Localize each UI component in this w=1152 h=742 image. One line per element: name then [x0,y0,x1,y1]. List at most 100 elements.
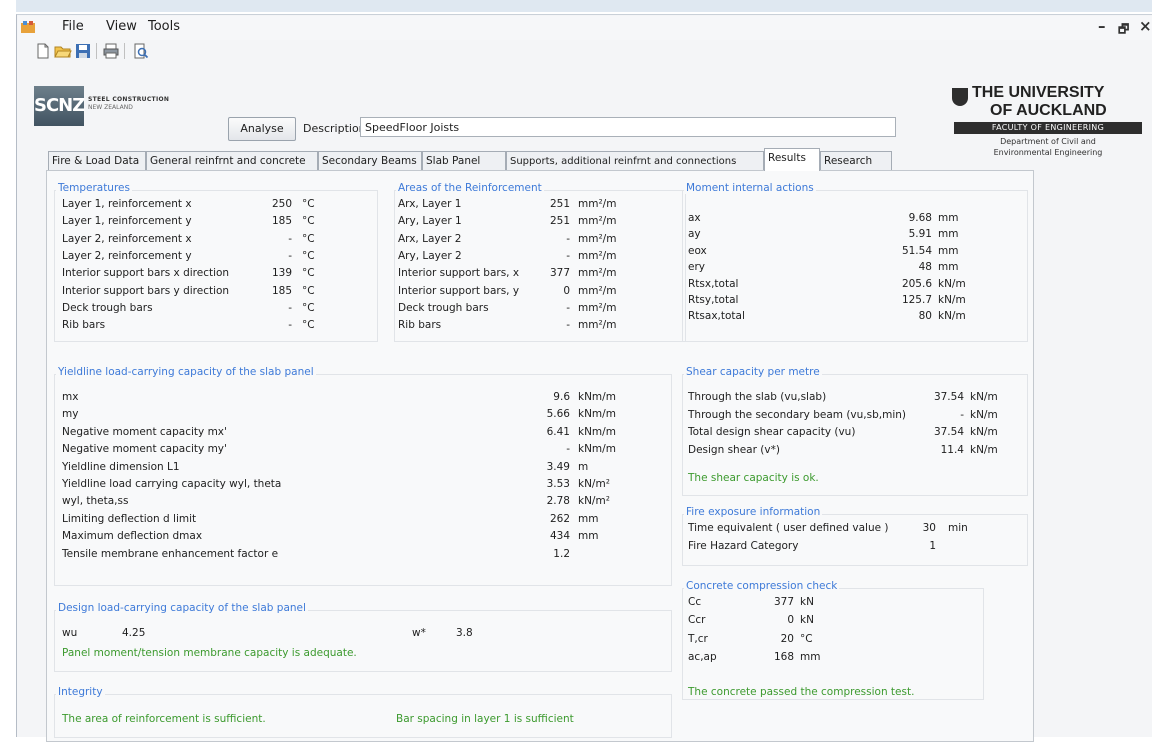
open-folder-icon[interactable] [54,42,72,60]
integrity-status-bar-spacing: Bar spacing in layer 1 is sufficient [396,713,574,725]
minimize-button[interactable]: – [1098,17,1106,35]
area-row-value: 0 [563,284,570,297]
menu-view[interactable]: View [106,19,137,34]
department-line-1: Department of Civil and [1000,137,1096,146]
area-row-label: Ary, Layer 2 [398,249,462,262]
shear-row-unit: kN/m [970,408,998,421]
moment-row-label: Rtsx,total [688,277,739,290]
area-row-label: Interior support bars, y [398,284,520,297]
area-row-unit: mm²/m [578,198,617,210]
shear-row-value: - [960,408,964,421]
shear-title: Shear capacity per metre [684,366,822,378]
moment-row-label: ax [688,212,701,224]
tab-general-reinforcement[interactable]: General reinfrnt and concrete [146,151,318,170]
moment-row-label: ay [688,228,701,241]
shear-row-label: Total design shear capacity (vu) [688,426,856,438]
moment-row-value: 51.54 [901,244,932,257]
area-row-value: - [566,301,570,314]
temperature-row-label: Rib bars [62,319,106,332]
tab-slab-panel[interactable]: Slab Panel [422,151,506,170]
yieldline-row-label: mx [62,391,79,403]
fire-exposure-title: Fire exposure information [684,506,823,518]
department-line-2: Environmental Engineering [993,148,1103,157]
shear-row-value: 11.4 [940,443,964,456]
menu-file[interactable]: File [62,19,84,34]
area-row-value: 251 [549,198,570,210]
shear-status: The shear capacity is ok. [688,472,819,484]
tab-secondary-beams[interactable]: Secondary Beams [318,151,422,170]
shear-row-unit: kN/m [970,426,998,438]
yieldline-row-label: my [62,408,79,421]
area-row-value: - [566,232,570,245]
temperature-row-unit: °C [302,319,315,332]
design-status: Panel moment/tension membrane capacity i… [62,647,357,659]
close-button[interactable]: × [1139,17,1152,35]
yieldline-row-unit: kN/m² [578,495,610,508]
temperature-row-label: Interior support bars y direction [62,284,230,297]
yieldline-row-label: Negative moment capacity mx' [62,425,227,438]
scnz-logo: SCNZ [34,86,85,126]
shear-row-label: Design shear (v*) [688,443,780,456]
area-row-label: Ary, Layer 1 [398,215,462,228]
moment-row-unit: kN/m [938,294,966,306]
wstar-label: w* [412,627,426,639]
temperature-row-value: - [288,249,292,262]
analyse-button[interactable]: Analyse [228,117,296,141]
temperature-row-label: Layer 2, reinforcement x [62,232,192,245]
tab-supports[interactable]: Supports, additional reinfrnt and connec… [506,151,764,170]
concrete-row-label: Ccr [688,614,706,627]
yieldline-row-label: wyl, theta,ss [62,495,129,508]
shear-row-label: Through the slab (vu,slab) [688,391,827,403]
temperature-row-unit: °C [302,215,315,228]
save-icon[interactable] [74,42,92,60]
area-row-value: - [566,249,570,262]
shear-row-value: 37.54 [933,391,964,403]
temperatures-title: Temperatures [56,182,132,194]
maximize-button[interactable]: 🗗 [1118,20,1129,41]
design-title: Design load-carrying capacity of the sla… [56,602,308,614]
moment-row-value: 9.68 [908,212,932,224]
moment-row-unit: mm [938,261,959,274]
tab-results[interactable]: Results [764,148,820,171]
integrity-status-reinforcement: The area of reinforcement is sufficient. [62,713,266,725]
yieldline-row-label: Yieldline dimension L1 [62,460,180,473]
menu-tools[interactable]: Tools [148,19,180,34]
print-preview-icon[interactable] [132,42,150,60]
yieldline-row-value: 2.78 [546,495,570,508]
concrete-title: Concrete compression check [684,580,840,592]
moment-row-value: 125.7 [901,294,932,306]
yieldline-row-value: 3.53 [546,478,570,490]
fire-row-label: Time equivalent ( user defined value ) [688,522,889,534]
area-row-unit: mm²/m [578,215,617,228]
temperature-row-value: 185 [271,215,292,228]
area-row-unit: mm²/m [578,232,617,245]
moment-row-label: eox [688,244,707,257]
logo-line-1: STEEL CONSTRUCTION [88,96,170,103]
temperature-row-value: 250 [271,198,292,210]
temperature-row-unit: °C [302,232,315,245]
area-row-label: Interior support bars, x [398,267,520,280]
temperature-row-value: - [288,301,292,314]
yieldline-row-label: Limiting deflection d limit [62,512,197,525]
tab-fire-load-data[interactable]: Fire & Load Data [48,151,146,170]
area-row-value: 377 [549,267,570,280]
university-name-line-2: OF AUCKLAND [990,102,1107,119]
yieldline-row-value: 262 [549,512,570,525]
yieldline-row-value: 3.49 [546,460,570,473]
concrete-status: The concrete passed the compression test… [688,686,915,698]
print-icon[interactable] [102,42,120,60]
tab-research[interactable]: Research [820,151,892,170]
moment-row-label: ery [688,261,705,274]
temperature-row-value: 139 [271,267,292,280]
temperature-row-label: Layer 1, reinforcement y [62,215,192,228]
new-document-icon[interactable] [34,42,52,60]
areas-title: Areas of the Reinforcement [396,182,544,194]
concrete-row-label: T,cr [688,632,708,645]
temperature-row-unit: °C [302,198,315,210]
yieldline-row-label: Yieldline load carrying capacity wyl, th… [62,478,282,490]
concrete-group [682,588,984,700]
area-row-label: Arx, Layer 2 [398,232,462,245]
description-input[interactable]: SpeedFloor Joists [360,117,896,137]
area-row-label: Deck trough bars [398,301,489,314]
app-icon [21,21,35,33]
